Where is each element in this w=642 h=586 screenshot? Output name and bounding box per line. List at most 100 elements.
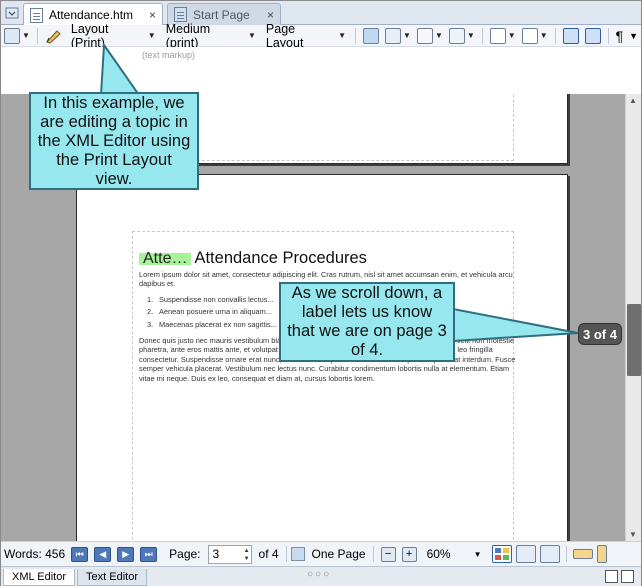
chevron-down-icon: ▼: [22, 31, 30, 40]
list-text: Maecenas placerat ex non sagittis...: [159, 319, 277, 329]
status-divider: [285, 546, 287, 562]
scrollbar-thumb[interactable]: [627, 304, 641, 376]
concept-tag-icon: [584, 27, 601, 44]
one-page-checkbox[interactable]: [290, 547, 305, 561]
list-text: Suspendisse non convallis lectus...: [159, 294, 274, 304]
toolbar-divider: [607, 27, 609, 44]
insert-variable-button[interactable]: ▼: [487, 26, 519, 46]
overflow-chevron-icon: ▼: [629, 30, 639, 41]
status-divider: [372, 546, 374, 562]
toolbar-divider: [36, 27, 38, 44]
callout-pointer: [99, 43, 141, 96]
conditions-button[interactable]: [560, 26, 582, 46]
concepts-button[interactable]: [582, 26, 604, 46]
last-page-button[interactable]: ⏭: [140, 546, 158, 562]
page-number-value: 3: [212, 547, 220, 561]
tab-xml-editor[interactable]: XML Editor: [3, 569, 76, 586]
pen-icon: [46, 29, 61, 44]
variable-icon: [489, 27, 506, 44]
media-icon: [385, 27, 402, 44]
zoom-in-button[interactable]: +: [401, 546, 417, 562]
view-mode-button[interactable]: ▼: [1, 26, 33, 46]
plus-icon: +: [405, 548, 413, 560]
toolbar-divider: [554, 27, 556, 44]
heading-structure-label[interactable]: Atte…: [139, 251, 192, 266]
pilcrow-icon: ¶: [615, 27, 624, 44]
snippet-icon: [448, 27, 465, 44]
one-page-label[interactable]: One Page: [309, 547, 369, 561]
status-divider: [565, 546, 567, 562]
page-indicator-badge: 3 of 4: [578, 323, 622, 345]
close-icon[interactable]: ×: [267, 8, 274, 22]
list-number: 3.: [147, 319, 154, 329]
list-number: 1.: [147, 294, 154, 304]
structure-bar-left-icon[interactable]: [515, 545, 536, 563]
vertical-scrollbar[interactable]: ▲ ▼: [625, 94, 641, 541]
first-page-icon: ⏮: [75, 548, 84, 559]
track-changes-button[interactable]: [42, 26, 66, 46]
page-total: of 4: [258, 547, 279, 561]
topic-heading[interactable]: Atte… Attendance Procedures: [139, 250, 519, 266]
list-number: 2.: [147, 307, 154, 317]
editor-mode-tabs: XML Editor Text Editor ○○○: [1, 566, 641, 586]
insert-snippet-button[interactable]: ▼: [446, 26, 478, 46]
toolbar-overflow-button[interactable]: ▼: [626, 26, 641, 46]
scroll-up-icon[interactable]: ▲: [629, 96, 637, 105]
callout-pointer: [451, 307, 579, 343]
tab-text-editor[interactable]: Text Editor: [77, 569, 147, 586]
structure-bar-top-icon[interactable]: [539, 545, 560, 563]
chevron-down-icon: ▼: [539, 31, 548, 40]
condition-tag-icon: [562, 27, 579, 44]
medium-dropdown[interactable]: Medium (print) ▼: [161, 22, 261, 50]
toolbar-divider: [481, 27, 483, 44]
split-vertical-icon[interactable]: [605, 570, 618, 583]
vertical-ruler-icon[interactable]: [596, 545, 607, 563]
text-format-icon: [521, 27, 538, 44]
horizontal-ruler-icon[interactable]: [572, 549, 593, 559]
chevron-down-icon: ▼: [338, 31, 347, 40]
table-icon: [416, 27, 433, 44]
first-page-button[interactable]: ⏮: [71, 546, 89, 562]
tab-label: XML Editor: [12, 571, 67, 583]
insert-media-button[interactable]: ▼: [382, 26, 414, 46]
grid-view-icon[interactable]: [491, 545, 512, 563]
chevron-down-icon: ▼: [507, 31, 516, 40]
medium-dropdown-label: Medium (print): [165, 21, 211, 50]
tab-label: Text Editor: [86, 571, 138, 583]
start-page-icon: [174, 7, 187, 22]
arrow-right-icon: ▶: [122, 548, 130, 559]
document-icon: [30, 7, 43, 23]
chevron-down-icon: ▼: [434, 31, 443, 40]
scroll-down-icon[interactable]: ▼: [629, 530, 637, 539]
show-markers-button[interactable]: ¶: [613, 26, 627, 46]
chevron-down-icon: ▼: [403, 31, 411, 40]
insert-image-button[interactable]: [360, 26, 382, 46]
close-icon[interactable]: ×: [149, 8, 156, 22]
insert-table-button[interactable]: ▼: [414, 26, 446, 46]
chevron-down-icon[interactable]: ▼: [474, 550, 482, 559]
next-page-button[interactable]: ▶: [117, 546, 135, 562]
callout-print-layout: In this example, we are editing a topic …: [29, 92, 199, 190]
page-layout-dropdown-label: Page Layout: [265, 21, 304, 50]
page-label: Page:: [169, 547, 201, 561]
split-horizontal-icon[interactable]: [621, 570, 634, 583]
spinner-arrows-icon[interactable]: ▲ ▼: [244, 547, 250, 563]
page-number-stepper[interactable]: 3 ▲ ▼: [207, 544, 252, 564]
image-icon: [363, 27, 380, 44]
zoom-level[interactable]: 60%: [424, 547, 474, 561]
resize-grip-icon[interactable]: ○○○: [307, 569, 331, 580]
toolbar-divider: [355, 27, 357, 44]
word-count: Words: 456: [4, 547, 66, 561]
chevron-down-icon: ▼: [147, 31, 156, 40]
minus-icon: −: [384, 548, 392, 560]
tab-label: Attendance.htm: [49, 8, 134, 22]
previous-page-button[interactable]: ◀: [94, 546, 112, 562]
page-layout-dropdown[interactable]: Page Layout ▼: [261, 22, 351, 50]
heading-text[interactable]: Attendance Procedures: [194, 250, 366, 266]
tab-label: Start Page: [193, 7, 250, 22]
insert-text-button[interactable]: ▼: [519, 26, 551, 46]
tab-menu-icon[interactable]: [5, 6, 19, 20]
chevron-down-icon: ▼: [247, 31, 256, 40]
magnifier-page-icon: [4, 27, 20, 44]
zoom-out-button[interactable]: −: [380, 546, 396, 562]
